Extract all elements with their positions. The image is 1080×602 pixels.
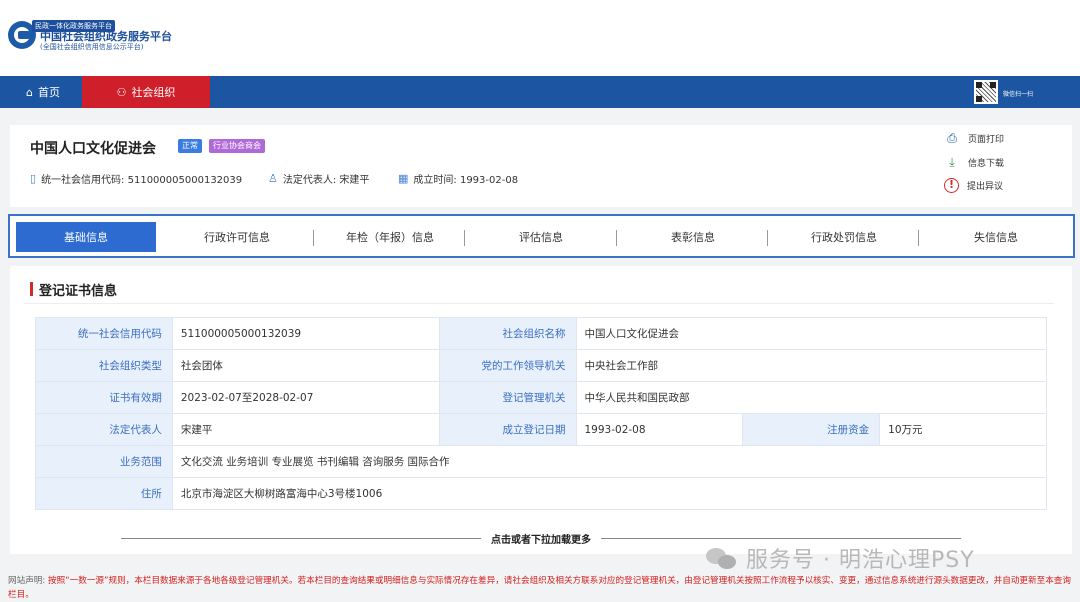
main-nav: ⌂ 首页 ⚇ 社会组织 [0,76,1080,108]
legal-rep-meta: ♙ 法定代表人: 宋建平 [268,171,369,186]
site-header: 中国社会组织政务服务平台 (全国社会组织信用信息公示平台) 民政一体化政务服务平… [0,0,1080,76]
tab-admin-penalty[interactable]: 行政处罚信息 [774,222,914,252]
table-row: 法定代表人 宋建平 成立登记日期 1993-02-08 注册资金 10万元 [35,413,1047,446]
info-tabs: 基础信息 行政许可信息 年检（年报）信息 评估信息 表彰信息 行政处罚信息 失信… [8,214,1075,258]
credit-code-text: 统一社会信用代码: 511000005000132039 [41,175,243,186]
tab-divider [918,230,919,246]
org-type-value: 社会团体 [171,349,440,382]
org-name: 中国人口文化促进会 [30,141,156,157]
download-icon: ⤓ [949,155,955,169]
org-tree-icon: ⚇ [116,85,127,99]
nav-home-label: 首页 [37,86,60,99]
book-icon: ▯ [30,172,37,185]
org-summary-card: 中国人口文化促进会 正常 行业协会商会 ▯ 统一社会信用代码: 51100000… [10,125,1072,207]
status-badge: 正常 [178,139,202,153]
disclaimer-label: 网站声明: [8,576,46,586]
table-row: 社会组织类型 社会团体 党的工作领导机关 中央社会工作部 [35,349,1047,382]
org-type-badge: 行业协会商会 [209,139,265,153]
wechat-icon [706,546,736,570]
registry-label: 登记管理机关 [438,381,577,414]
objection-button[interactable]: ! 提出异议 [944,178,1044,193]
site-title: 中国社会组织政务服务平台 [40,30,172,43]
capital-label: 注册资金 [742,413,881,446]
table-row: 证书有效期 2023-02-07至2028-02-07 登记管理机关 中华人民共… [35,381,1047,414]
table-row: 住所 北京市海淀区大柳树路富海中心3号楼1006 [35,477,1048,510]
site-subtitle: (全国社会组织信用信息公示平台) [40,43,144,51]
tab-divider [464,230,465,246]
credit-code-label: 统一社会信用代码 [35,317,173,350]
tab-dishonesty[interactable]: 失信信息 [926,222,1066,252]
table-row: 业务范围 文化交流 业务培训 专业展览 书刊编辑 咨询服务 国际合作 [35,445,1048,478]
registration-panel: 登记证书信息 统一社会信用代码 511000005000132039 社会组织名… [10,266,1072,554]
party-organ-label: 党的工作领导机关 [438,349,577,382]
person-icon: ♙ [268,172,278,185]
tab-commendation[interactable]: 表彰信息 [623,222,763,252]
tab-evaluation[interactable]: 评估信息 [471,222,611,252]
watermark-text: 服务号 · 明浩心理PSY [746,548,975,573]
address-value: 北京市海淀区大柳树路富海中心3号楼1006 [171,477,1048,510]
nav-home[interactable]: ⌂ 首页 [12,76,74,108]
objection-label: 提出异议 [967,182,1004,192]
tab-divider [767,230,768,246]
registration-table: 统一社会信用代码 511000005000132039 社会组织名称 中国人口文… [35,317,1048,510]
printer-icon: ⎙ [947,131,957,145]
credit-code-meta: ▯ 统一社会信用代码: 511000005000132039 [30,171,242,186]
org-type-label: 社会组织类型 [35,349,173,382]
print-button[interactable]: ⎙ 页面打印 [944,131,1044,146]
tab-divider [616,230,617,246]
print-label: 页面打印 [968,135,1005,145]
party-organ-value: 中央社会工作部 [575,349,1047,382]
tab-basic-info[interactable]: 基础信息 [16,222,156,252]
download-label: 信息下载 [968,159,1005,169]
disclaimer-text: 按照“一数一源”规则，本栏目数据来源于各地各级登记管理机关。若本栏目的查询结果或… [8,576,1071,600]
address-label: 住所 [35,477,173,510]
section-title: 登记证书信息 [30,280,117,299]
watermark: 服务号 · 明浩心理PSY [706,542,975,574]
section-divider [24,303,1054,304]
qr-label: 微信扫一扫 [1003,91,1034,98]
org-name-value: 中国人口文化促进会 [575,317,1047,350]
calendar-icon: ▦ [398,172,409,185]
scope-value: 文化交流 业务培训 专业展览 书刊编辑 咨询服务 国际合作 [171,445,1048,478]
validity-value: 2023-02-07至2028-02-07 [171,381,440,414]
nav-org-label: 社会组织 [131,86,176,99]
platform-tag: 民政一体化政务服务平台 [32,20,115,32]
founded-label: 成立登记日期 [438,413,577,446]
site-disclaimer: 网站声明: 按照“一数一源”规则，本栏目数据来源于各地各级登记管理机关。若本栏目… [8,574,1076,602]
credit-code-value: 511000005000132039 [171,317,440,350]
download-button[interactable]: ⤓ 信息下载 [944,155,1044,170]
validity-label: 证书有效期 [35,381,173,414]
scope-label: 业务范围 [35,445,173,478]
qr-code-icon[interactable] [976,82,996,102]
table-row: 统一社会信用代码 511000005000132039 社会组织名称 中国人口文… [35,317,1047,350]
founded-date-text: 成立时间: 1993-02-08 [413,175,519,186]
tab-annual-report[interactable]: 年检（年报）信息 [320,222,460,252]
info-icon: ! [944,178,959,193]
home-icon: ⌂ [26,85,33,99]
legal-rep-value: 宋建平 [171,413,440,446]
founded-value: 1993-02-08 [575,413,744,446]
registry-value: 中华人民共和国民政部 [575,381,1047,414]
org-name-label: 社会组织名称 [438,317,577,350]
legal-rep-label: 法定代表人 [35,413,173,446]
capital-value: 10万元 [879,413,1047,446]
nav-social-org[interactable]: ⚇ 社会组织 [82,76,210,108]
tab-admin-license[interactable]: 行政许可信息 [167,222,307,252]
legal-rep-text: 法定代表人: 宋建平 [282,175,370,186]
founded-date-meta: ▦ 成立时间: 1993-02-08 [398,171,518,186]
tab-divider [313,230,314,246]
